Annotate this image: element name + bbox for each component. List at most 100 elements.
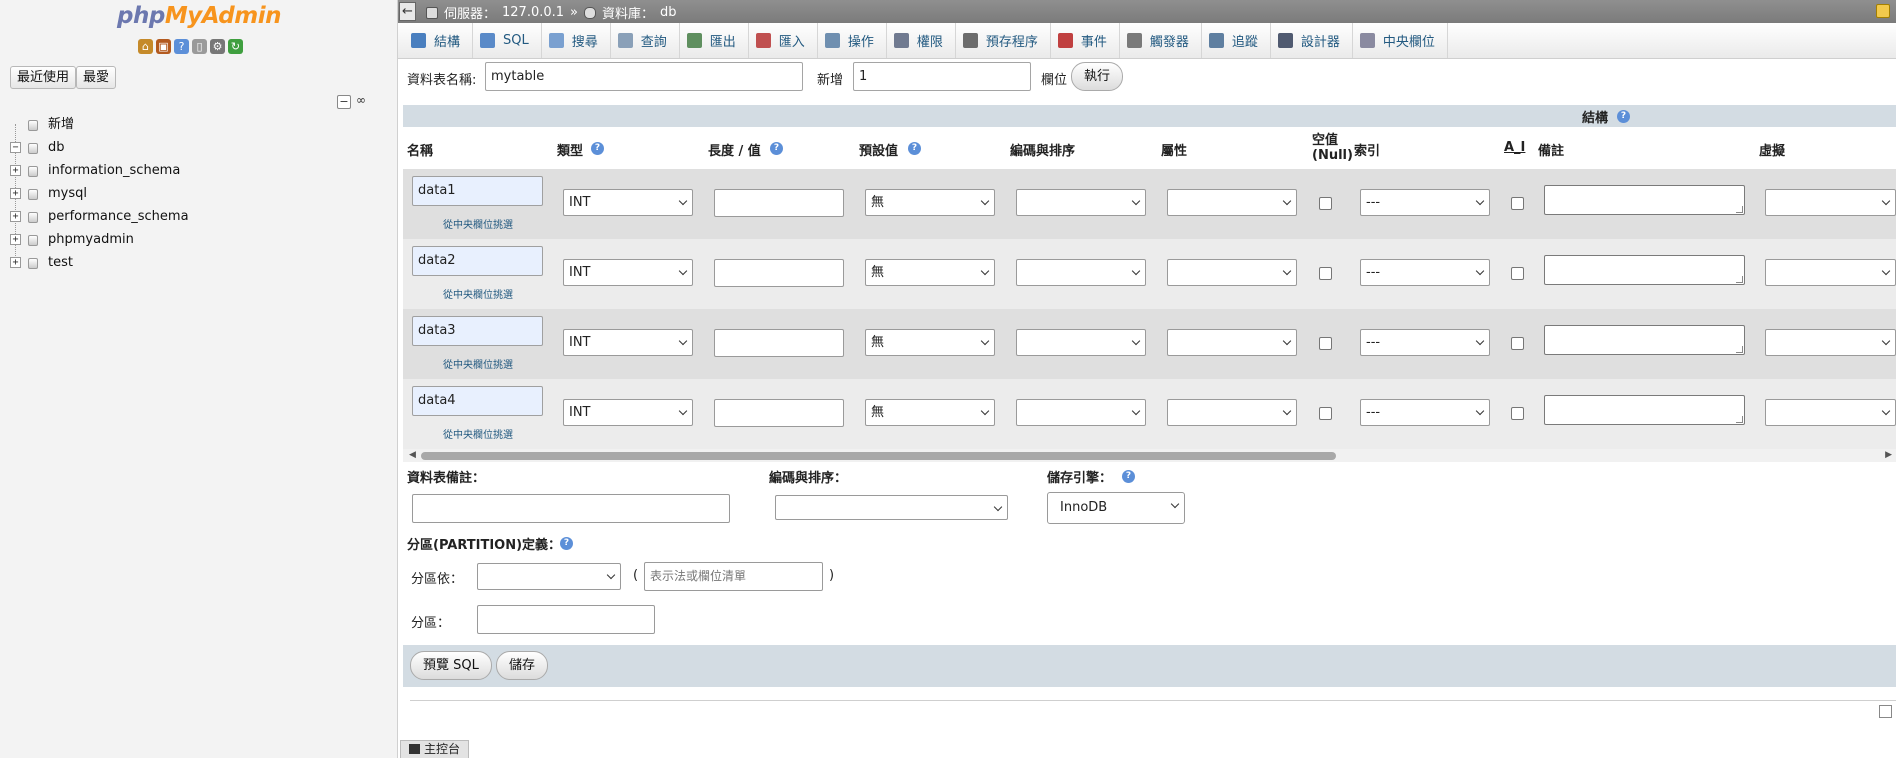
favorites-button[interactable]: 最愛 [76, 66, 117, 89]
scroll-right-icon[interactable]: ▶ [1885, 450, 1892, 460]
pick-central-columns-link[interactable]: 從中央欄位挑選 [443, 286, 513, 301]
table-name-input[interactable]: mytable [485, 62, 803, 91]
structure-help-icon[interactable]: ? [1617, 110, 1630, 123]
column-type-select[interactable]: INT [563, 259, 693, 286]
column-attributes-select[interactable] [1167, 189, 1297, 216]
settings-icon[interactable]: ⚙ [210, 39, 225, 54]
tree-item[interactable]: + phpmyadmin [0, 228, 398, 251]
console-toggle-icon[interactable] [1879, 705, 1892, 718]
pick-central-columns-link[interactable]: 從中央欄位挑選 [443, 356, 513, 371]
column-default-select[interactable]: 無 [865, 259, 995, 286]
console-tab[interactable]: 主控台 [400, 740, 469, 758]
column-type-select[interactable]: INT [563, 189, 693, 216]
column-null-checkbox[interactable] [1319, 407, 1332, 420]
column-length-input[interactable] [714, 259, 844, 287]
tab-query[interactable]: 查詢 [611, 23, 680, 58]
column-index-select[interactable]: --- [1360, 259, 1490, 286]
column-ai-checkbox[interactable] [1511, 407, 1524, 420]
pick-central-columns-link[interactable]: 從中央欄位挑選 [443, 426, 513, 441]
tree-item-label[interactable]: 新增 [48, 113, 74, 136]
tree-item-label[interactable]: phpmyadmin [48, 228, 134, 251]
home-icon[interactable]: ⌂ [138, 39, 153, 54]
reload-icon[interactable]: ↻ [228, 39, 243, 54]
tree-item[interactable]: 新增 [0, 113, 398, 136]
tab-operations[interactable]: 操作 [818, 23, 887, 58]
storage-engine-select[interactable]: InnoDB [1047, 492, 1185, 524]
expand-icon[interactable]: + [10, 211, 21, 222]
column-default-select[interactable]: 無 [865, 399, 995, 426]
column-comments-input[interactable] [1544, 255, 1745, 285]
add-columns-input[interactable]: 1 [853, 62, 1031, 91]
help-icon[interactable]: ? [174, 39, 189, 54]
expand-icon[interactable]: + [10, 165, 21, 176]
link-with-main-icon[interactable]: ∞ [354, 94, 368, 109]
expand-icon[interactable]: + [10, 234, 21, 245]
table-collation-select[interactable] [775, 495, 1008, 520]
back-arrow-icon[interactable]: ← [399, 2, 416, 21]
column-null-checkbox[interactable] [1319, 337, 1332, 350]
tab-structure[interactable]: 結構 [404, 23, 474, 58]
tree-item-label[interactable]: db [48, 136, 65, 159]
tree-item[interactable]: + performance_schema [0, 205, 398, 228]
tree-item-label[interactable]: performance_schema [48, 205, 189, 228]
tab-import[interactable]: 匯入 [749, 23, 818, 58]
collapse-all-icon[interactable]: − [337, 95, 351, 109]
partition-expression-input[interactable]: 表示法或欄位清單 [644, 562, 823, 591]
column-null-checkbox[interactable] [1319, 197, 1332, 210]
column-name-input[interactable]: data3 [412, 316, 543, 346]
tab-export[interactable]: 匯出 [680, 23, 749, 58]
tab-sql[interactable]: SQL [473, 23, 542, 58]
page-settings-icon[interactable] [1876, 4, 1890, 18]
column-length-input[interactable] [714, 189, 844, 217]
tree-item[interactable]: + mysql [0, 182, 398, 205]
tree-item[interactable]: + information_schema [0, 159, 398, 182]
partition-by-select[interactable] [477, 563, 621, 590]
column-attributes-select[interactable] [1167, 399, 1297, 426]
server-link[interactable]: 127.0.0.1 [502, 5, 564, 20]
column-ai-checkbox[interactable] [1511, 337, 1524, 350]
column-index-select[interactable]: --- [1360, 189, 1490, 216]
preview-sql-button[interactable]: 預覽 SQL [410, 651, 492, 680]
column-collation-select[interactable] [1016, 189, 1146, 216]
type-help-icon[interactable]: ? [591, 142, 604, 155]
partitions-input[interactable] [477, 605, 655, 634]
tree-item-label[interactable]: information_schema [48, 159, 180, 182]
expand-icon[interactable]: + [10, 257, 21, 268]
column-virtuality-select[interactable] [1765, 399, 1896, 426]
column-virtuality-select[interactable] [1765, 259, 1896, 286]
tree-item-label[interactable]: test [48, 251, 73, 274]
docs-icon[interactable]: ▯ [192, 39, 207, 54]
column-index-select[interactable]: --- [1360, 329, 1490, 356]
column-attributes-select[interactable] [1167, 259, 1297, 286]
column-type-select[interactable]: INT [563, 399, 693, 426]
default-help-icon[interactable]: ? [908, 142, 921, 155]
column-ai-checkbox[interactable] [1511, 197, 1524, 210]
expand-icon[interactable]: + [10, 188, 21, 199]
column-name-input[interactable]: data1 [412, 176, 543, 206]
scroll-thumb[interactable] [421, 452, 1336, 460]
tree-item[interactable]: + test [0, 251, 398, 274]
tree-item[interactable]: − db [0, 136, 398, 159]
logout-icon[interactable]: ▣ [156, 39, 171, 54]
save-button[interactable]: 儲存 [496, 651, 549, 680]
pick-central-columns-link[interactable]: 從中央欄位挑選 [443, 216, 513, 231]
column-index-select[interactable]: --- [1360, 399, 1490, 426]
tab-designer[interactable]: 設計器 [1271, 23, 1353, 58]
go-button[interactable]: 執行 [1071, 62, 1124, 91]
database-link[interactable]: db [660, 5, 677, 20]
tab-routines[interactable]: 預存程序 [956, 23, 1051, 58]
horizontal-scrollbar[interactable]: ◀ ▶ [403, 449, 1896, 462]
column-ai-checkbox[interactable] [1511, 267, 1524, 280]
column-collation-select[interactable] [1016, 329, 1146, 356]
column-collation-select[interactable] [1016, 399, 1146, 426]
column-virtuality-select[interactable] [1765, 329, 1896, 356]
column-name-input[interactable]: data4 [412, 386, 543, 416]
scroll-left-icon[interactable]: ◀ [409, 450, 416, 460]
column-collation-select[interactable] [1016, 259, 1146, 286]
recent-button[interactable]: 最近使用 [10, 66, 77, 89]
tab-tracking[interactable]: 追蹤 [1202, 23, 1271, 58]
tab-events[interactable]: 事件 [1051, 23, 1120, 58]
column-comments-input[interactable] [1544, 325, 1745, 355]
tree-item-label[interactable]: mysql [48, 182, 87, 205]
column-virtuality-select[interactable] [1765, 189, 1896, 216]
